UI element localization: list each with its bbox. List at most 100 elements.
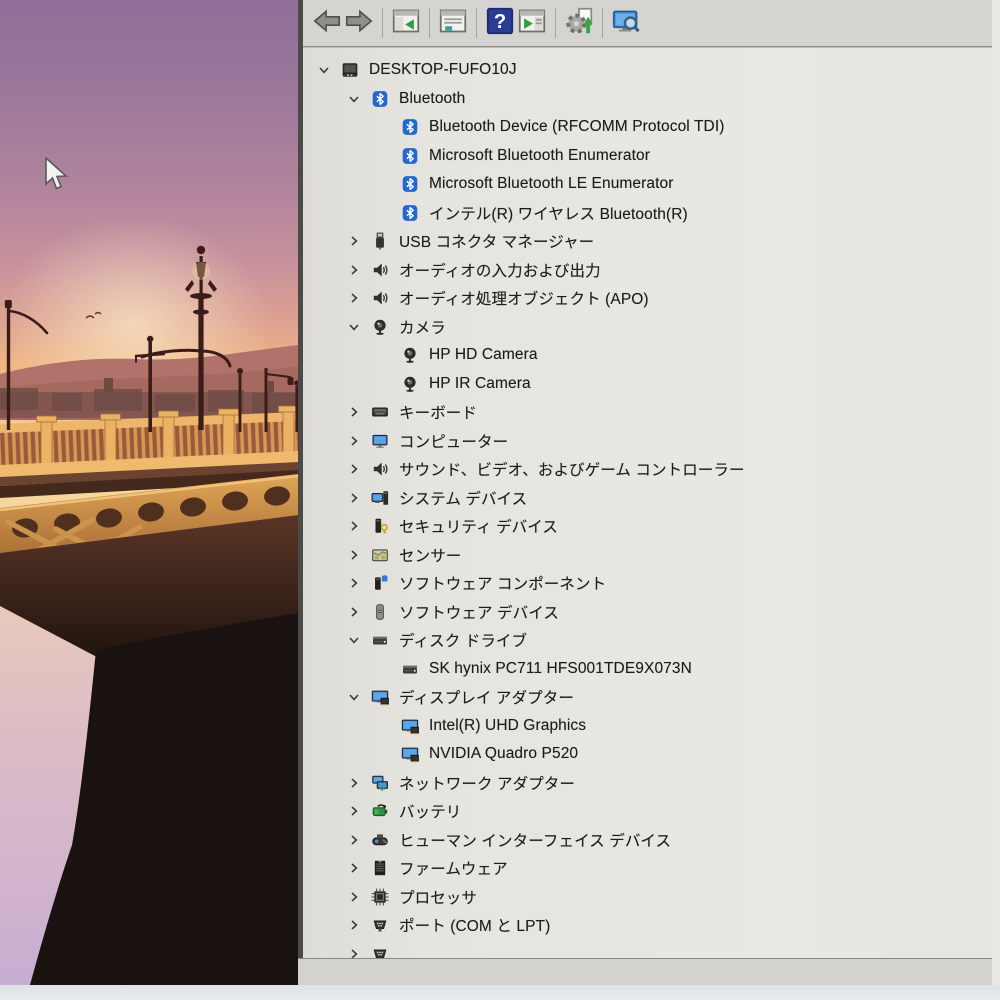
tree-item-label: システム デバイス — [399, 490, 528, 508]
bluetooth-icon — [401, 147, 419, 165]
audio-icon — [371, 261, 389, 279]
tree-item-device-nvidia-quadro[interactable]: NVIDIA Quadro P520 — [303, 740, 992, 769]
tree-item-category-audio-apo[interactable]: オーディオ処理オブジェクト (APO) — [303, 284, 992, 313]
chevron-right-icon[interactable] — [345, 232, 363, 250]
tree-item-label: ディスク ドライブ — [399, 633, 528, 651]
tree-item-device-bluetooth-rfcomm[interactable]: Bluetooth Device (RFCOMM Protocol TDI) — [303, 113, 992, 142]
chevron-right-icon[interactable] — [345, 261, 363, 279]
tree-item-category-sensors[interactable]: センサー — [303, 541, 992, 570]
properties-button[interactable] — [437, 7, 469, 39]
chevron-right-icon[interactable] — [345, 603, 363, 621]
tree-item-category-sound-video-game[interactable]: サウンド、ビデオ、およびゲーム コントローラー — [303, 455, 992, 484]
chevron-right-icon[interactable] — [345, 289, 363, 307]
properties-icon — [439, 7, 467, 40]
tree-item-category-display-adapters[interactable]: ディスプレイ アダプター — [303, 683, 992, 712]
audio-icon — [371, 289, 389, 307]
chevron-down-icon[interactable] — [315, 61, 333, 79]
network-icon — [371, 774, 389, 792]
tree-item-label: NVIDIA Quadro P520 — [429, 745, 579, 763]
bluetooth-icon — [401, 118, 419, 136]
chevron-down-icon[interactable] — [345, 688, 363, 706]
tree-item-category-firmware[interactable]: ファームウェア — [303, 854, 992, 883]
tree-item-device-ms-bt-enumerator[interactable]: Microsoft Bluetooth Enumerator — [303, 142, 992, 171]
tree-item-category-system-devices[interactable]: システム デバイス — [303, 484, 992, 513]
tree-item-category-battery[interactable]: バッテリ — [303, 797, 992, 826]
tree-item-label: Intel(R) UHD Graphics — [429, 716, 587, 734]
chevron-right-icon[interactable] — [345, 831, 363, 849]
tree-item-category-disk-drives[interactable]: ディスク ドライブ — [303, 626, 992, 655]
help-button[interactable]: ? — [484, 7, 516, 39]
tree-item-category-audio-io[interactable]: オーディオの入力および出力 — [303, 256, 992, 285]
device-tree: DESKTOP-FUFO10J Bluetooth Bluetooth Device… — [303, 48, 992, 958]
scan-hardware-changes-button[interactable] — [563, 7, 595, 39]
desktop-wallpaper — [0, 0, 298, 985]
forward-arrow-icon — [345, 7, 373, 40]
back-button[interactable] — [311, 7, 343, 39]
tree-item-label: Bluetooth — [399, 89, 466, 107]
bluetooth-icon — [401, 175, 419, 193]
chevron-right-icon[interactable] — [345, 945, 363, 958]
tree-item-category-network-adapters[interactable]: ネットワーク アダプター — [303, 769, 992, 798]
tree-item-category-bluetooth[interactable]: Bluetooth — [303, 85, 992, 114]
tree-item-category-processors[interactable]: プロセッサ — [303, 883, 992, 912]
bluetooth-icon — [401, 204, 419, 222]
tree-item-device-hp-ir-camera[interactable]: HP IR Camera — [303, 370, 992, 399]
chevron-right-icon[interactable] — [345, 460, 363, 478]
chevron-right-icon[interactable] — [345, 916, 363, 934]
tree-item-label: ソフトウェア コンポーネント — [399, 576, 607, 594]
tree-item-category-sw-devices[interactable]: ソフトウェア デバイス — [303, 598, 992, 627]
tree-item-category-ports[interactable]: ポート (COM と LPT) — [303, 911, 992, 940]
usb-icon — [371, 232, 389, 250]
camera-icon — [371, 318, 389, 336]
chevron-right-icon[interactable] — [345, 489, 363, 507]
tree-item-category-computer[interactable]: コンピューター — [303, 427, 992, 456]
console-tree-icon — [392, 7, 420, 40]
chevron-right-icon[interactable] — [345, 774, 363, 792]
chevron-right-icon[interactable] — [345, 574, 363, 592]
tree-item-device-intel-wireless-bt[interactable]: インテル(R) ワイヤレス Bluetooth(R) — [303, 199, 992, 228]
chevron-down-icon[interactable] — [345, 90, 363, 108]
tree-item-device-hp-hd-camera[interactable]: HP HD Camera — [303, 341, 992, 370]
tree-item-device-sk-hynix[interactable]: SK hynix PC711 HFS001TDE9X073N — [303, 655, 992, 684]
chevron-right-icon[interactable] — [345, 546, 363, 564]
tree-item-label: オーディオの入力および出力 — [399, 262, 601, 280]
forward-button[interactable] — [343, 7, 375, 39]
tree-item-computer-root[interactable]: DESKTOP-FUFO10J — [303, 56, 992, 85]
toolbar-separator — [602, 8, 603, 38]
tree-item-device-ms-bt-le-enumerator[interactable]: Microsoft Bluetooth LE Enumerator — [303, 170, 992, 199]
search-computer-button[interactable] — [610, 7, 642, 39]
console-tree-toggle-button[interactable] — [390, 7, 422, 39]
tree-item-label: DESKTOP-FUFO10J — [369, 61, 517, 79]
camera-icon — [401, 346, 419, 364]
chevron-right-icon[interactable] — [345, 802, 363, 820]
chevron-right-icon[interactable] — [345, 432, 363, 450]
mouse-cursor-icon — [45, 157, 68, 190]
swdevice-icon — [371, 603, 389, 621]
tree-item-category-usb-connector[interactable]: USB コネクタ マネージャー — [303, 227, 992, 256]
tree-item-category-hid[interactable]: ヒューマン インターフェイス デバイス — [303, 826, 992, 855]
display-icon — [401, 717, 419, 735]
tree-item-label: ソフトウェア デバイス — [399, 604, 559, 622]
tree-item-category-keyboard[interactable]: キーボード — [303, 398, 992, 427]
tree-item-category-next-partial[interactable] — [303, 940, 992, 958]
computer-icon — [341, 61, 359, 79]
action-pane-toggle-button[interactable] — [516, 7, 548, 39]
scan-hardware-icon — [565, 7, 593, 40]
chevron-right-icon[interactable] — [345, 859, 363, 877]
tree-item-device-intel-uhd[interactable]: Intel(R) UHD Graphics — [303, 712, 992, 741]
chevron-right-icon[interactable] — [345, 888, 363, 906]
chevron-right-icon[interactable] — [345, 403, 363, 421]
security-icon — [371, 517, 389, 535]
chevron-down-icon[interactable] — [345, 631, 363, 649]
screen: ? DESKTOP-FUFO10J Bluetooth Bluetooth Devi… — [0, 0, 1000, 1000]
tree-item-category-security-devices[interactable]: セキュリティ デバイス — [303, 512, 992, 541]
chevron-down-icon[interactable] — [345, 318, 363, 336]
tree-item-category-camera[interactable]: カメラ — [303, 313, 992, 342]
tree-item-category-sw-components[interactable]: ソフトウェア コンポーネント — [303, 569, 992, 598]
tree-item-label: インテル(R) ワイヤレス Bluetooth(R) — [429, 205, 688, 223]
chevron-right-icon[interactable] — [345, 517, 363, 535]
